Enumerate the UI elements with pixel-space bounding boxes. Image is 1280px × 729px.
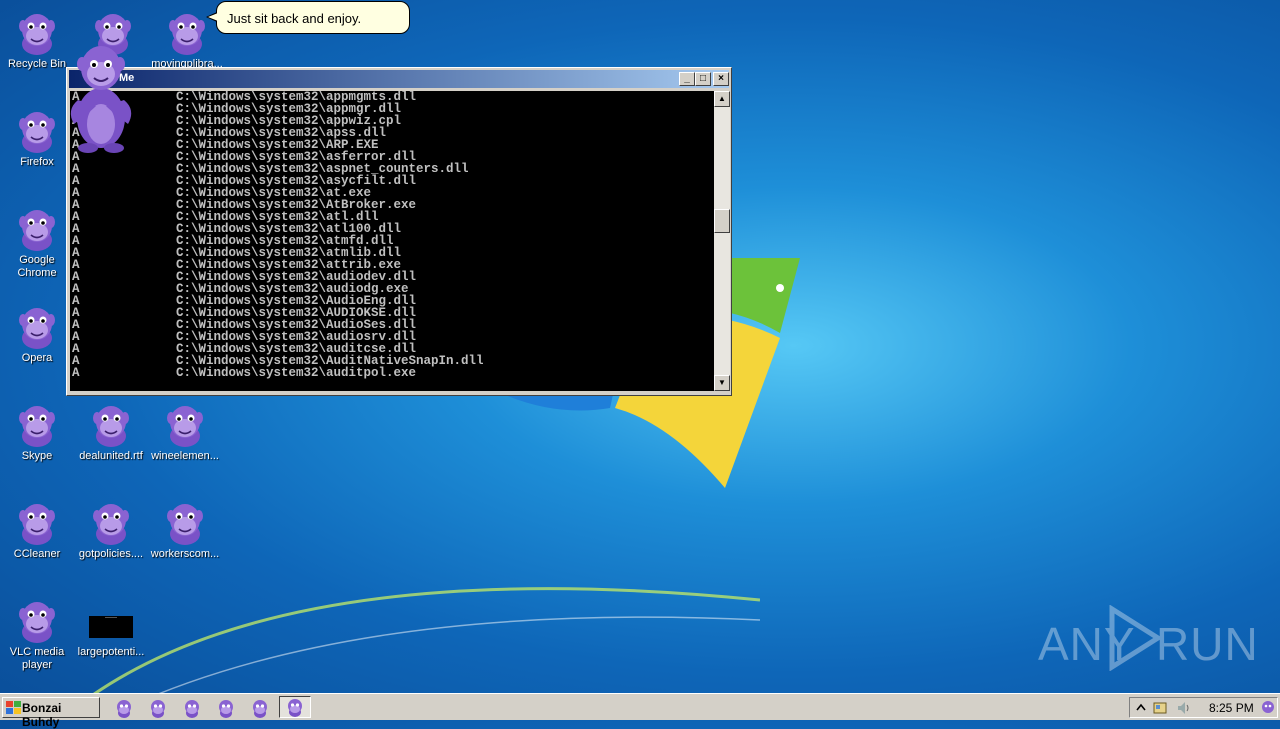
bonzi-icon <box>167 504 203 545</box>
scroll-up-button[interactable]: ▲ <box>714 91 730 107</box>
desktop-icon-label: Opera <box>21 352 53 364</box>
bonzi-tray-icon[interactable] <box>1260 700 1276 716</box>
console-output[interactable]: AC:\Windows\system32\appmgmts.dllAC:\Win… <box>70 91 714 391</box>
maximize-button[interactable]: □ <box>695 72 711 86</box>
desktop-icon-vlc[interactable]: VLC media player <box>0 596 74 672</box>
bonzi-icon <box>19 210 55 251</box>
desktop-icon-label: VLC media player <box>9 646 65 671</box>
bonzi-icon <box>19 112 55 153</box>
quick-launch-bonzi-2[interactable] <box>146 698 170 718</box>
watermark-run: RUN <box>1156 618 1259 670</box>
scroll-down-button[interactable]: ▼ <box>714 375 730 391</box>
desktop-icon-label: CCleaner <box>13 548 61 560</box>
bonzi-icon <box>19 504 55 545</box>
desktop-icon-ccleaner[interactable]: CCleaner <box>0 498 74 561</box>
bonzi-icon <box>19 308 55 349</box>
bonzi-icon <box>253 700 267 718</box>
bonzi-icon <box>19 406 55 447</box>
desktop-icon-label: gotpolicies.... <box>78 548 144 560</box>
desktop-icon-label: Skype <box>21 450 53 462</box>
quick-launch-bonzi-3[interactable] <box>180 698 204 718</box>
desktop-icon-workerscom[interactable]: workerscom... <box>148 498 222 561</box>
bonzi-icon <box>185 700 199 718</box>
bonzi-icon <box>151 700 165 718</box>
bonzi-icon <box>93 504 129 545</box>
bonzi-icon <box>19 14 55 55</box>
file-thumbnail-icon <box>89 616 133 638</box>
close-button[interactable]: × <box>713 72 729 86</box>
desktop-icon-largepotenti[interactable]: largepotenti... <box>74 596 148 659</box>
desktop-icon-label: Google Chrome <box>17 254 57 279</box>
volume-icon[interactable] <box>1176 700 1192 716</box>
desktop-icon-label: workerscom... <box>150 548 220 560</box>
vertical-scrollbar[interactable]: ▲ ▼ <box>714 91 730 391</box>
bonzi-icon <box>288 699 302 717</box>
desktop-icon-label: Firefox <box>20 156 54 168</box>
bonzi-icon <box>167 406 203 447</box>
clock[interactable]: 8:25 PM <box>1209 701 1254 715</box>
start-button[interactable]: Bonzai Buhdy <box>2 697 100 729</box>
bonzi-buddy-character[interactable] <box>60 40 142 154</box>
action-center-icon[interactable] <box>1152 700 1168 716</box>
desktop-icon-label: wineelemen... <box>151 450 219 462</box>
balloon-tail-fill <box>208 13 218 21</box>
file-path: C:\Windows\system32\auditpol.exe <box>176 366 417 380</box>
start-label: Bonzai Buhdy <box>22 701 62 729</box>
bonzi-icon <box>93 406 129 447</box>
minimize-button[interactable]: _ <box>679 72 695 86</box>
scroll-thumb[interactable] <box>714 209 730 233</box>
desktop-icon-dealunited[interactable]: dealunited.rtf <box>74 400 148 463</box>
quick-launch-bonzi-1[interactable] <box>112 698 136 718</box>
windows-logo-icon <box>6 701 21 714</box>
bonzi-icon <box>219 700 233 718</box>
quick-launch-bonzi-6[interactable] <box>279 696 311 718</box>
desktop-icon-label: dealunited.rtf <box>79 450 143 462</box>
speech-balloon: Just sit back and enjoy. <box>206 1 410 34</box>
desktop-icon-label: largepotenti... <box>77 646 145 658</box>
desktop-icon-google-chrome[interactable]: Google Chrome <box>0 204 74 280</box>
taskbar: Bonzai Buhdy 8:25 PM <box>0 693 1280 729</box>
balloon-text: Just sit back and enjoy. <box>227 11 362 26</box>
bonzi-icon <box>19 602 55 643</box>
desktop-icon-wineelemen[interactable]: wineelemen... <box>148 400 222 463</box>
play-logo-icon <box>1109 605 1162 671</box>
quick-launch-bonzi-5[interactable] <box>248 698 272 718</box>
desktop-icon-opera[interactable]: Opera <box>0 302 74 365</box>
bonzi-icon <box>117 700 131 718</box>
show-hidden-icons-icon[interactable] <box>1133 700 1149 716</box>
file-attribute: A <box>72 366 80 380</box>
system-tray: 8:25 PM <box>1129 697 1278 718</box>
console-window[interactable]: Me _ □ × A C:\Windows\system32\appmgmts.d… <box>66 67 732 396</box>
window-titlebar[interactable]: Me _ □ × <box>69 70 729 88</box>
desktop-icon-skype[interactable]: Skype <box>0 400 74 463</box>
quick-launch-bonzi-4[interactable] <box>214 698 238 718</box>
bonzi-icon <box>169 14 205 55</box>
desktop-icon-gotpolicies[interactable]: gotpolicies.... <box>74 498 148 561</box>
